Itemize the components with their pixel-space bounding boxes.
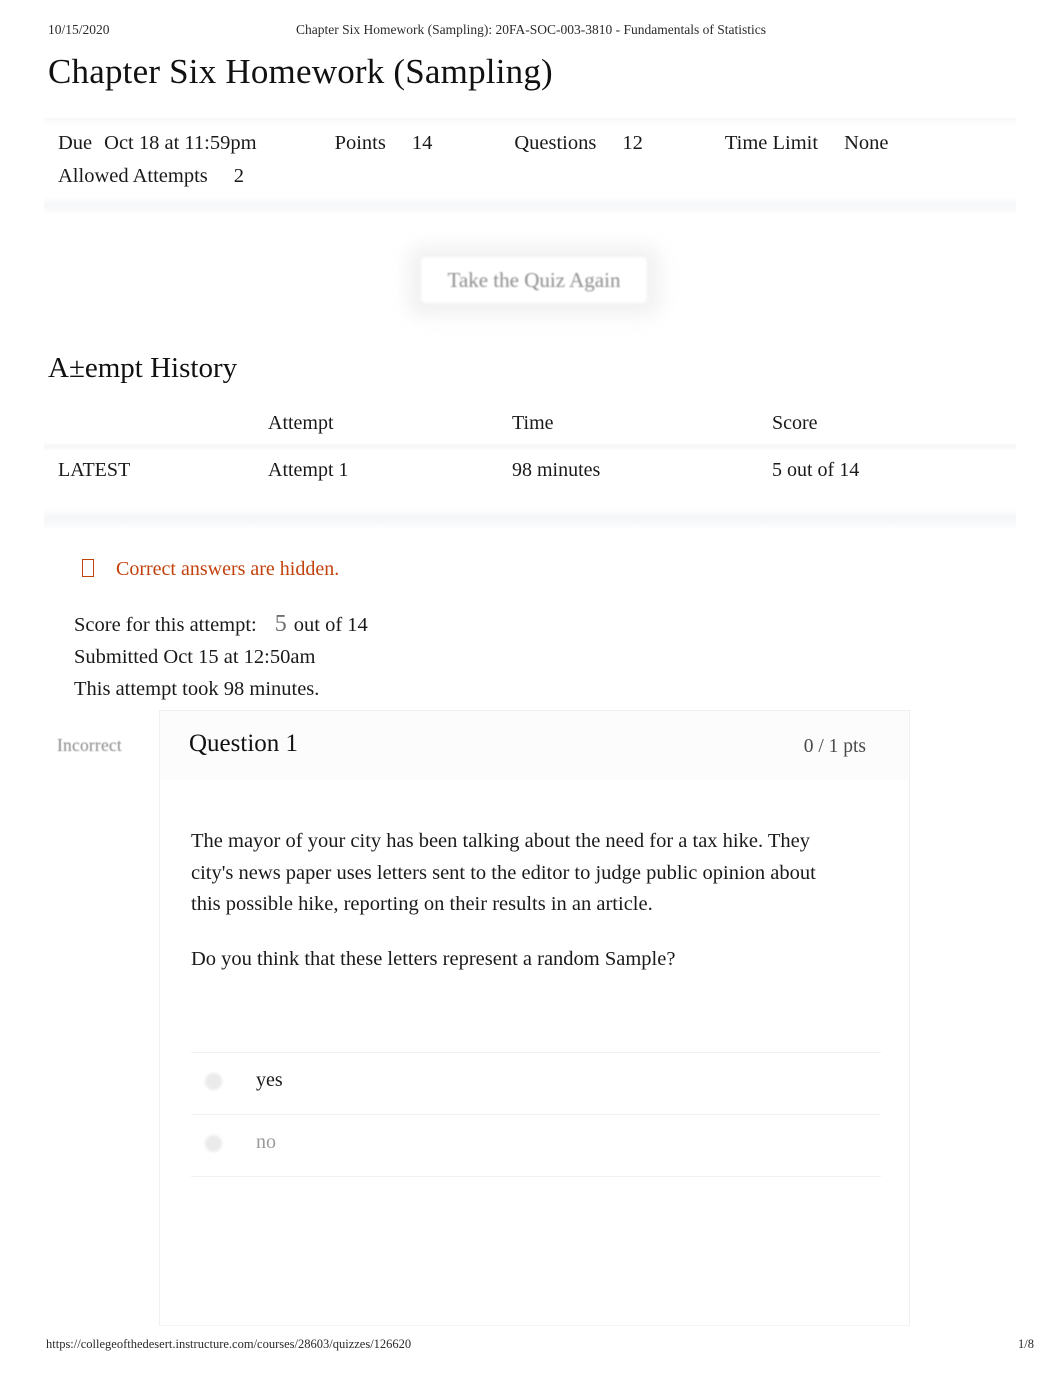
take-quiz-again-label: Take the Quiz Again xyxy=(447,268,621,292)
header-time: Time xyxy=(512,412,554,434)
take-quiz-again-button[interactable]: Take the Quiz Again xyxy=(407,246,661,316)
table-header-rule xyxy=(44,442,1016,451)
page-title: Chapter Six Homework (Sampling) xyxy=(48,52,553,91)
due-value: Oct 18 at 11:59pm xyxy=(104,132,257,154)
attempt-history-table: Attempt Time Score LATEST Attempt 1 98 m… xyxy=(44,412,1016,530)
info-tofu-icon xyxy=(82,559,94,577)
time-limit-label: Time Limit xyxy=(724,132,819,154)
row-score: 5 out of 14 xyxy=(772,459,860,481)
radio-icon[interactable] xyxy=(205,1135,222,1152)
submitted-line: Submitted Oct 15 at 12:50am xyxy=(74,646,316,668)
row-time: 98 minutes xyxy=(512,459,601,481)
table-row: LATEST Attempt 1 98 minutes 5 out of 14 xyxy=(44,453,1016,499)
question-card: Question 1 0 / 1 pts The mayor of your c… xyxy=(159,710,910,1326)
question-header: Question 1 0 / 1 pts xyxy=(159,710,910,781)
time-limit-value: None xyxy=(844,132,889,154)
question-title: Question 1 xyxy=(189,730,299,757)
questions-label: Questions xyxy=(514,132,597,154)
points-value: 14 xyxy=(411,132,433,154)
print-header-title: Chapter Six Homework (Sampling): 20FA-SO… xyxy=(296,22,766,37)
question-paragraph-1: The mayor of your city has been talking … xyxy=(191,830,816,915)
answer-options: yes no xyxy=(191,1052,881,1177)
quiz-meta-row-secondary: Allowed Attempts 2 xyxy=(58,165,244,188)
allowed-attempts-value: 2 xyxy=(233,165,245,187)
answer-option-yes[interactable]: yes xyxy=(191,1052,881,1114)
meta-band-bottom-rule xyxy=(44,197,1016,215)
quiz-meta-row-primary: Due Oct 18 at 11:59pm Points 14 Questions 12 T… xyxy=(58,132,888,155)
meta-band-top-rule xyxy=(44,118,1016,125)
table-header-row: Attempt Time Score xyxy=(44,412,1016,451)
duration-line: This attempt took 98 minutes. xyxy=(74,678,320,700)
questions-value: 12 xyxy=(622,132,643,154)
hidden-answers-text: Correct answers are hidden. xyxy=(116,558,340,580)
score-value: 5 xyxy=(274,611,287,637)
question-points: 0 / 1 pts xyxy=(803,736,866,757)
question-paragraph-2: Do you think that these letters represen… xyxy=(191,947,676,970)
hidden-answers-notice: Correct answers are hidden. xyxy=(82,558,339,581)
table-bottom-rule xyxy=(44,508,1016,530)
print-footer: https://collegeofthedesert.instructure.c… xyxy=(0,1337,1062,1357)
header-score: Score xyxy=(772,412,818,434)
points-label: Points xyxy=(334,132,386,154)
attempt-score-summary: Score for this attempt: 5 out of 14 Submit… xyxy=(74,608,368,705)
answer-label-no: no xyxy=(256,1131,276,1153)
attempt-history-heading: A±empt History xyxy=(48,352,238,384)
row-marker-latest: LATEST xyxy=(58,459,131,481)
footer-page-number: 1/8 xyxy=(1018,1337,1034,1351)
answer-label-yes: yes xyxy=(256,1069,283,1091)
header-attempt: Attempt xyxy=(268,412,334,434)
answer-option-no[interactable]: no xyxy=(191,1114,881,1177)
score-label: Score for this attempt: xyxy=(74,614,257,636)
question-text: The mayor of your city has been talking … xyxy=(191,826,821,975)
question-status-badge: Incorrect xyxy=(57,735,122,755)
footer-url: https://collegeofthedesert.instructure.c… xyxy=(46,1337,412,1351)
question-body: The mayor of your city has been talking … xyxy=(159,780,910,1326)
score-suffix: out of 14 xyxy=(293,614,368,636)
attempt-1-link[interactable]: Attempt 1 xyxy=(268,459,349,482)
radio-icon[interactable] xyxy=(205,1073,222,1090)
allowed-attempts-label: Allowed Attempts xyxy=(58,165,208,187)
print-header: 10/15/2020 Chapter Six Homework (Samplin… xyxy=(0,22,1062,44)
due-label: Due xyxy=(58,132,93,154)
score-line: Score for this attempt: 5 out of 14 xyxy=(74,608,368,641)
